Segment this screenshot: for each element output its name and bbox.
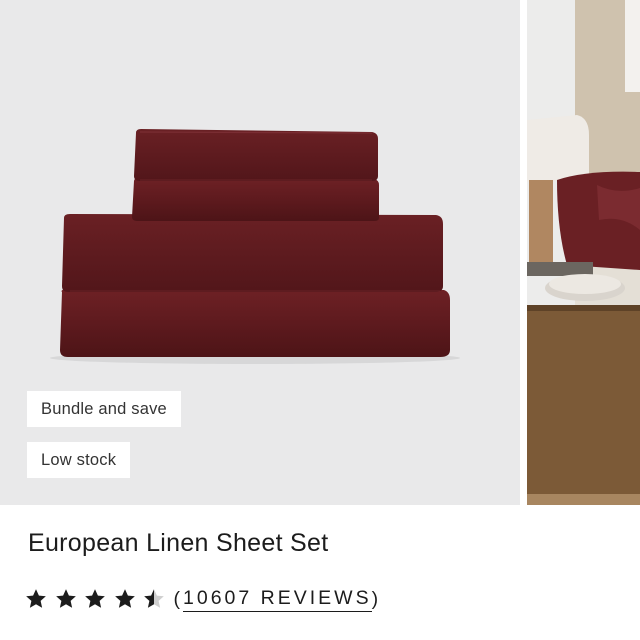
star-rating [25, 588, 173, 610]
product-title[interactable]: European Linen Sheet Set [28, 529, 329, 558]
star-icon [144, 589, 164, 608]
reviews-link[interactable]: ( 10607 REVIEWS ) [174, 587, 382, 612]
badge-low-stock: Low stock [27, 442, 131, 478]
lifestyle-image[interactable] [527, 0, 640, 505]
bedroom-scene-illustration [527, 0, 640, 505]
folded-sheets-illustration [50, 129, 460, 364]
reviews-open-paren: ( [173, 587, 183, 610]
star-icon [114, 589, 135, 608]
product-card[interactable]: Bundle and save Low stock European Linen… [0, 0, 640, 640]
star-icon [26, 589, 46, 608]
reviews-close-paren: ) [371, 587, 382, 610]
star-icon [55, 589, 76, 608]
reviews-count[interactable]: 10607 REVIEWS [183, 587, 372, 612]
star-icon [85, 589, 105, 608]
product-image[interactable] [0, 0, 520, 505]
badge-bundle-and-save: Bundle and save [27, 391, 181, 427]
rating-summary[interactable]: ( 10607 REVIEWS ) [25, 584, 381, 614]
